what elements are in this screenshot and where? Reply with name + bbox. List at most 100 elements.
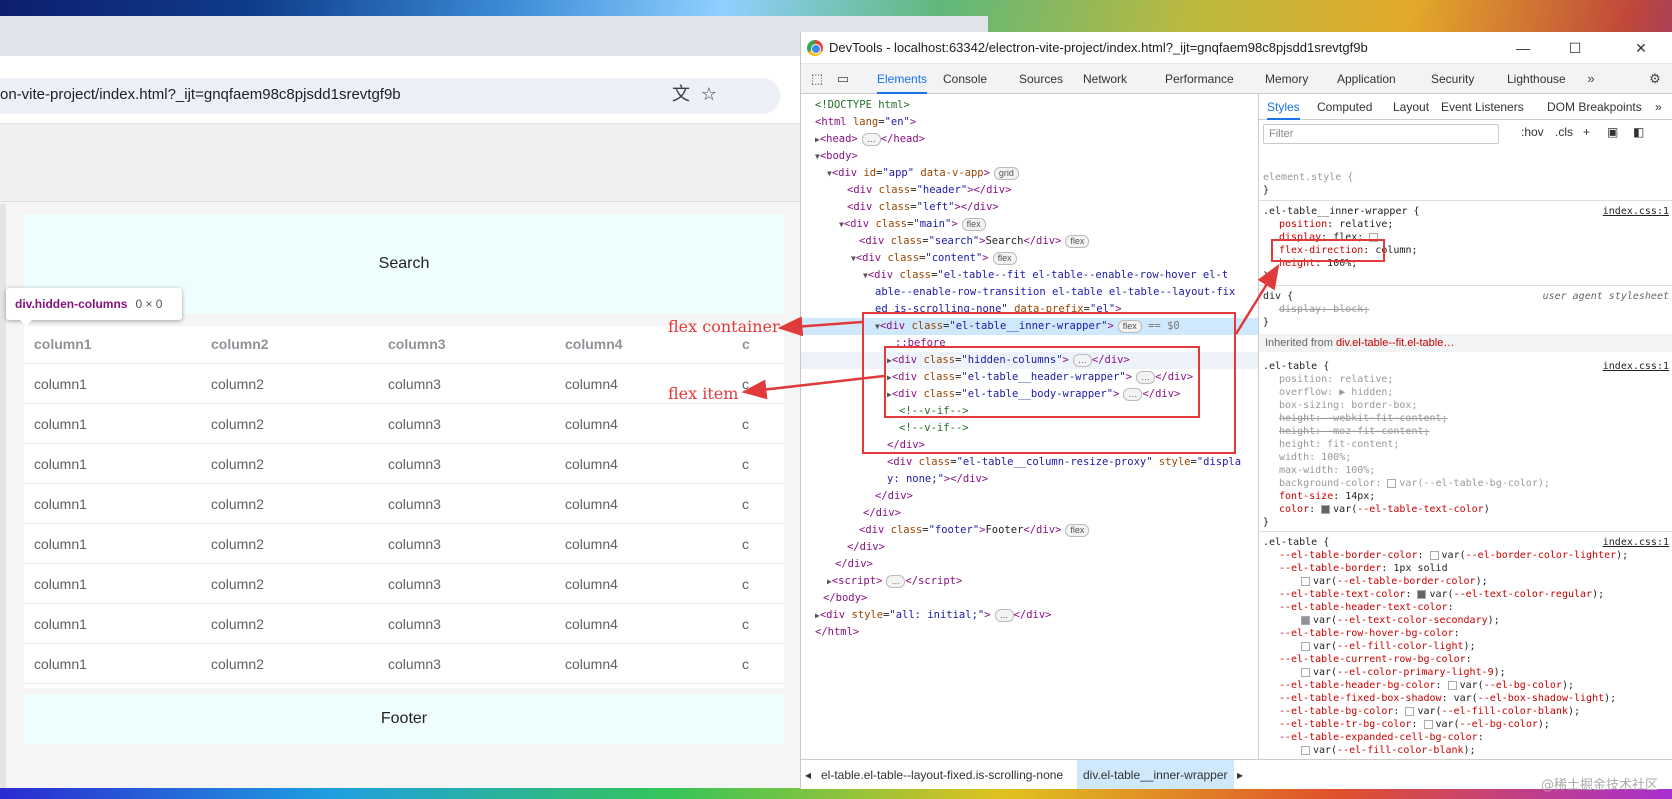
tab-styles[interactable]: Styles [1267,94,1300,120]
styles-filter-input[interactable]: Filter [1263,124,1499,144]
dom-line[interactable]: ▼<body> [801,148,1258,165]
css-line: div {user agent stylesheet [1263,291,1669,302]
breadcrumb-nav-icon[interactable]: ▸ [1237,760,1243,789]
table-cell: column4 [565,684,618,688]
breadcrumb-item[interactable]: el-table.el-table--layout-fixed.is-scrol… [821,760,1063,789]
settings-gear-icon[interactable]: ⚙ [1645,69,1665,89]
more-panes-icon[interactable]: » [1655,94,1662,120]
table-cell: column4 [565,416,618,432]
sidebar-toggle-icon[interactable]: ◧ [1633,125,1644,139]
breadcrumb-item-active[interactable]: div.el-table__inner-wrapper [1077,760,1234,789]
css-line: --el-table-border-color: var(--el-border… [1279,550,1629,561]
tab-performance[interactable]: Performance [1165,64,1234,94]
dom-line[interactable]: <div class="header"></div> [801,182,1258,199]
device-toolbar-icon[interactable]: ▭ [833,69,853,89]
dom-line[interactable]: ▼<div class="content"> flex [801,250,1258,267]
el-table: column1 column2 column3 column4 c column1 colu… [24,326,784,688]
css-line: --el-table-row-hover-bg-color: [1279,628,1460,639]
tab-elements[interactable]: Elements [877,64,928,94]
dom-line[interactable]: ▼<div id="app" data-v-app> grid [801,165,1258,182]
tab-sources[interactable]: Sources [1019,64,1063,94]
tab-application[interactable]: Application [1337,64,1396,94]
inherited-header: Inherited from div.el-table--fit.el-tabl… [1259,334,1672,352]
add-rule-icon[interactable]: + [1583,125,1590,139]
tab-network[interactable]: Network [1083,64,1127,94]
table-cell: c [742,536,749,552]
tab-dom-breakpoints[interactable]: DOM Breakpoints [1547,94,1642,120]
address-bar[interactable]: on-vite-project/index.html?_ijt=gnqfaem9… [0,78,780,114]
dom-line[interactable]: ▶<script>… </script> [801,573,1258,590]
dom-line[interactable]: <html lang="en"> [801,114,1258,131]
dom-line[interactable]: </div> [801,556,1258,573]
devtools-title: DevTools - localhost:63342/electron-vite… [829,40,1368,55]
table-cell: column3 [388,456,441,472]
table-row: column1 column2 column3 column4 c [24,564,784,604]
table-cell: c [742,616,749,632]
table-cell: column3 [388,656,441,672]
dom-line[interactable]: ▼<div class="main"> flex [801,216,1258,233]
dom-line[interactable]: </body> [801,590,1258,607]
dom-line[interactable]: y: none;"></div> [801,471,1258,488]
css-line: position: relative; [1279,219,1394,230]
bookmark-star-icon[interactable]: ☆ [698,84,720,106]
color-palette-icon[interactable]: ▣ [1607,125,1618,139]
tab-event-listeners[interactable]: Event Listeners [1441,94,1524,120]
dom-line[interactable]: <!DOCTYPE html> [801,97,1258,114]
dom-line[interactable]: <div class="footer">Footer</div> flex [801,522,1258,539]
css-line: --el-table-header-bg-color: var(--el-bg-… [1279,680,1575,691]
tab-lighthouse[interactable]: Lighthouse [1507,64,1566,94]
cls-toggle[interactable]: .cls [1555,125,1573,139]
table-cell: column2 [211,656,264,672]
css-line: --el-table-border: 1px solid [1279,563,1448,574]
css-line: display: block; [1279,304,1370,315]
css-line: element.style { [1263,172,1354,183]
close-icon[interactable]: ✕ [1629,36,1653,60]
table-cell: c [742,376,749,392]
css-line: background-color: var(--el-table-bg-colo… [1279,478,1550,489]
dom-line[interactable]: ▶<div style="all: initial;">… </div> [801,607,1258,624]
minimize-icon[interactable]: — [1511,36,1535,60]
devtools-tabbar: ⬚ ▭ Elements Console Sources Network Per… [801,64,1672,94]
dom-line[interactable]: </div> [801,505,1258,522]
table-cell: column4 [565,616,618,632]
table-cell: column3 [388,684,441,688]
dom-line[interactable]: <div class="left"></div> [801,199,1258,216]
css-line: --el-table-text-color: var(--el-text-col… [1279,589,1605,600]
css-line: .el-table__inner-wrapper {index.css:1 [1263,206,1669,217]
dom-line[interactable]: able--enable-row-transition el-table el-… [801,284,1258,301]
table-cell: column4 [565,656,618,672]
tab-computed[interactable]: Computed [1317,94,1372,120]
css-line: position: relative; [1279,374,1394,385]
dom-line[interactable]: <div class="search">Search</div> flex [801,233,1258,250]
translate-icon[interactable]: 文 [670,84,692,106]
table-cell: column4 [565,376,618,392]
tooltip-size: 0 × 0 [135,297,163,311]
table-cell: c [742,496,749,512]
table-row: column1 column2 column3 column4 c [24,444,784,484]
css-line: font-size: 14px; [1279,491,1376,502]
tab-memory[interactable]: Memory [1265,64,1308,94]
dom-line[interactable]: </html> [801,624,1258,641]
css-line: } [1263,271,1270,282]
dom-line[interactable]: ▶<head>… </head> [801,131,1258,148]
table-cell: column4 [565,456,618,472]
hov-toggle[interactable]: :hov [1521,125,1544,139]
table-header-cell: column4 [565,336,623,352]
inspect-element-icon[interactable]: ⬚ [807,69,827,89]
tab-console[interactable]: Console [943,64,987,94]
table-cell: column2 [211,456,264,472]
url-text: on-vite-project/index.html?_ijt=gnqfaem9… [0,86,401,103]
breadcrumb-nav-icon[interactable]: ◂ [805,760,811,789]
dom-line[interactable]: </div> [801,539,1258,556]
dom-line[interactable]: ▼<div class="el-table--fit el-table--ena… [801,267,1258,284]
tooltip-selector: div.hidden-columns [15,297,128,311]
dom-line[interactable]: </div> [801,488,1258,505]
css-line: .el-table {index.css:1 [1263,361,1669,372]
maximize-icon[interactable]: ☐ [1563,36,1587,60]
dom-line[interactable]: <div class="el-table__column-resize-prox… [801,454,1258,471]
table-cell: column1 [34,616,87,632]
table-cell: column1 [34,656,87,672]
tab-security[interactable]: Security [1431,64,1474,94]
tab-layout[interactable]: Layout [1393,94,1429,120]
more-tabs-icon[interactable]: » [1581,69,1601,89]
